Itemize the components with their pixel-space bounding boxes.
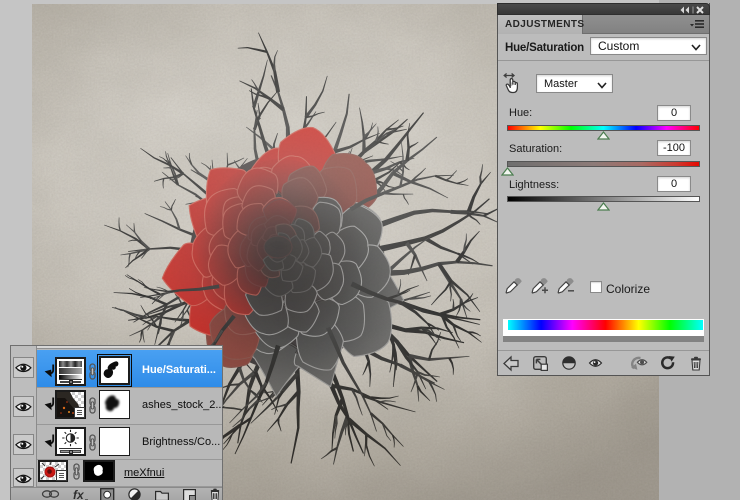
svg-text:fx: fx [73,488,85,500]
